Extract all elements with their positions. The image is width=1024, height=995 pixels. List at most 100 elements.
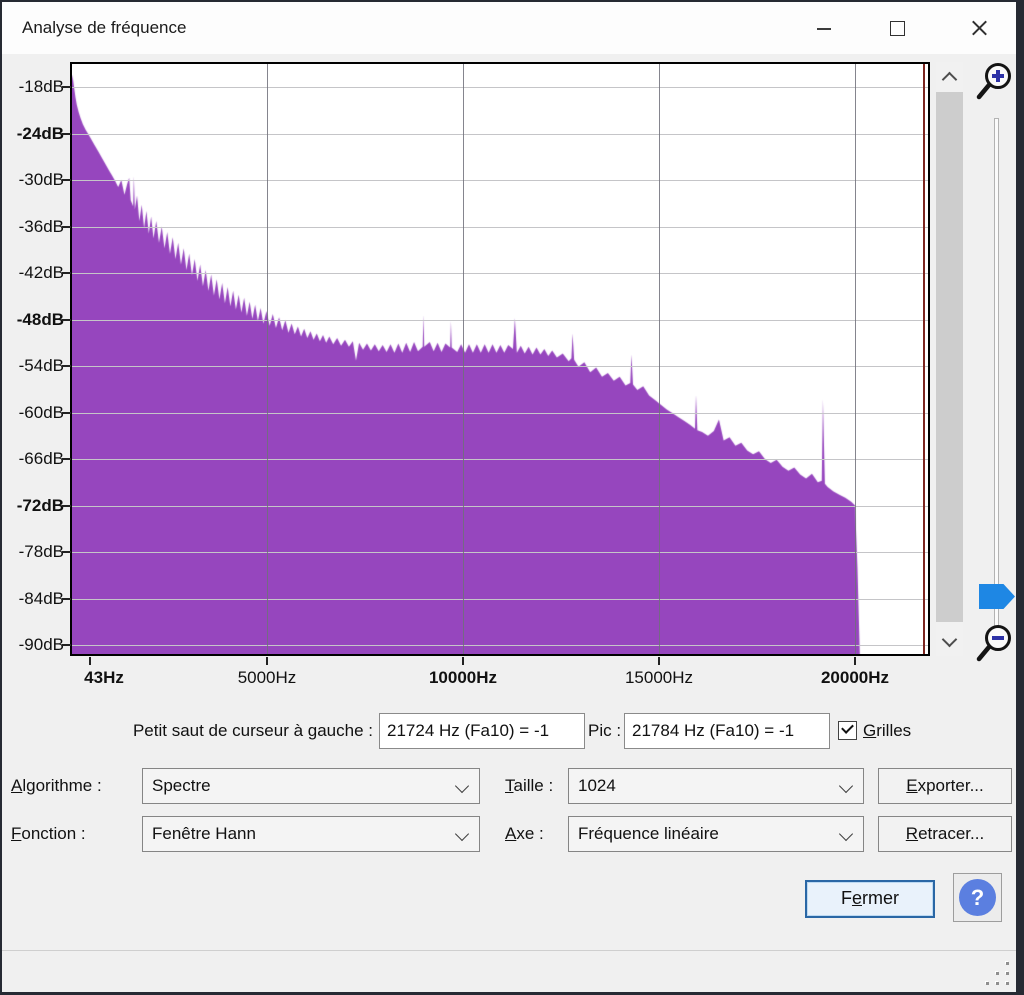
y-axis-tick	[62, 644, 71, 646]
y-axis-label: -90dB	[2, 634, 64, 656]
horizontal-gridline	[72, 366, 928, 367]
y-axis-tick	[62, 226, 71, 228]
horizontal-gridline	[72, 87, 928, 88]
spectrum-canvas[interactable]	[72, 64, 928, 654]
chevron-down-icon	[839, 779, 853, 793]
help-button[interactable]: ?	[953, 873, 1002, 922]
maximize-icon	[890, 21, 905, 36]
y-axis-label: -60dB	[2, 402, 64, 424]
scroll-up-button[interactable]	[936, 62, 963, 92]
horizontal-gridline	[72, 320, 928, 321]
y-axis-label: -36dB	[2, 216, 64, 238]
vertical-gridline	[659, 64, 660, 654]
zoom-in-icon	[973, 60, 1019, 108]
size-value: 1024	[578, 776, 616, 795]
peak-label: Pic :	[588, 713, 626, 749]
horizontal-gridline	[72, 273, 928, 274]
maximize-button[interactable]	[875, 2, 919, 54]
zoom-in-button[interactable]	[973, 60, 1019, 108]
minimize-icon	[817, 28, 831, 30]
checkmark-icon	[841, 721, 854, 734]
scrollbar-thumb[interactable]	[936, 92, 963, 622]
x-axis-tick	[462, 657, 464, 665]
horizontal-gridline	[72, 552, 928, 553]
y-axis-tick	[62, 551, 71, 553]
y-axis-label: -84dB	[2, 588, 64, 610]
desktop-background: { "window": { "title": "Analyse de fréqu…	[0, 0, 1024, 995]
minimize-button[interactable]	[802, 2, 846, 54]
spectrum-plot[interactable]	[70, 62, 930, 656]
y-axis-label: -78dB	[2, 541, 64, 563]
frequency-analysis-dialog: Analyse de fréquence -18dB-24dB-30dB-36d…	[2, 2, 1016, 992]
x-axis-label: 20000Hz	[807, 666, 903, 690]
chevron-up-icon	[942, 72, 958, 88]
size-label: Taille :	[505, 768, 553, 804]
close-button[interactable]	[957, 2, 1001, 54]
replot-button[interactable]: Retracer...	[878, 816, 1012, 852]
horizontal-gridline	[72, 180, 928, 181]
y-axis-tick	[62, 412, 71, 414]
horizontal-gridline	[72, 134, 928, 135]
y-axis-tick	[62, 272, 71, 274]
vertical-gridline	[855, 64, 856, 654]
horizontal-gridline	[72, 645, 928, 646]
horizontal-gridline	[72, 459, 928, 460]
zoom-out-icon	[973, 622, 1019, 670]
x-axis-tick	[658, 657, 660, 665]
chevron-down-icon	[455, 827, 469, 841]
close-dialog-button[interactable]: Fermer	[805, 880, 935, 918]
chevron-down-icon	[942, 632, 958, 648]
y-axis-label: -72dB	[2, 495, 64, 517]
horizontal-gridline	[72, 506, 928, 507]
question-mark-icon: ?	[959, 879, 996, 916]
axis-dropdown[interactable]: Fréquence linéaire	[568, 816, 864, 852]
y-axis-tick	[62, 598, 71, 600]
cursor-info-label: Petit saut de curseur à gauche :	[60, 713, 373, 749]
vertical-gridline	[267, 64, 268, 654]
function-dropdown[interactable]: Fenêtre Hann	[142, 816, 480, 852]
y-axis-label: -18dB	[2, 76, 64, 98]
vertical-scrollbar[interactable]	[936, 62, 963, 656]
algorithm-label: Algorithme :	[11, 768, 102, 804]
y-axis-tick	[62, 86, 71, 88]
grids-checkbox[interactable]	[838, 721, 857, 740]
algorithm-value: Spectre	[152, 776, 211, 795]
zoom-out-button[interactable]	[973, 622, 1019, 670]
y-axis-tick	[62, 365, 71, 367]
y-axis-label: -48dB	[2, 309, 64, 331]
y-axis-label: -54dB	[2, 355, 64, 377]
x-axis-label: 15000Hz	[611, 666, 707, 690]
axis-label: Axe :	[505, 816, 544, 852]
x-axis-tick	[854, 657, 856, 665]
bottom-divider	[2, 950, 1016, 951]
spectrum-plot-area[interactable]	[72, 64, 928, 654]
x-axis-tick	[266, 657, 268, 665]
algorithm-dropdown[interactable]: Spectre	[142, 768, 480, 804]
y-axis-label: -42dB	[2, 262, 64, 284]
horizontal-gridline	[72, 413, 928, 414]
export-button[interactable]: Exporter...	[878, 768, 1012, 804]
y-axis-tick	[62, 505, 71, 507]
zoom-slider-thumb[interactable]	[979, 584, 1015, 609]
horizontal-gridline	[72, 599, 928, 600]
x-axis-tick	[89, 657, 91, 665]
y-axis-label: -24dB	[2, 123, 64, 145]
x-axis-label: 5000Hz	[219, 666, 315, 690]
scroll-down-button[interactable]	[936, 626, 963, 656]
window-title: Analyse de fréquence	[22, 2, 186, 54]
y-axis-tick	[62, 179, 71, 181]
grids-checkbox-label[interactable]: Grilles	[863, 713, 943, 749]
peak-value-box: 21784 Hz (Fa10) = -1	[624, 713, 830, 749]
y-axis-tick	[62, 133, 71, 135]
vertical-gridline	[463, 64, 464, 654]
titlebar[interactable]: Analyse de fréquence	[2, 2, 1016, 54]
zoom-slider-track[interactable]	[994, 118, 999, 632]
horizontal-gridline	[72, 227, 928, 228]
x-axis-label: 43Hz	[56, 666, 152, 690]
function-value: Fenêtre Hann	[152, 824, 256, 843]
resize-grip[interactable]	[986, 960, 1014, 988]
chevron-down-icon	[839, 827, 853, 841]
y-axis-tick	[62, 319, 71, 321]
y-axis-label: -66dB	[2, 448, 64, 470]
size-dropdown[interactable]: 1024	[568, 768, 864, 804]
